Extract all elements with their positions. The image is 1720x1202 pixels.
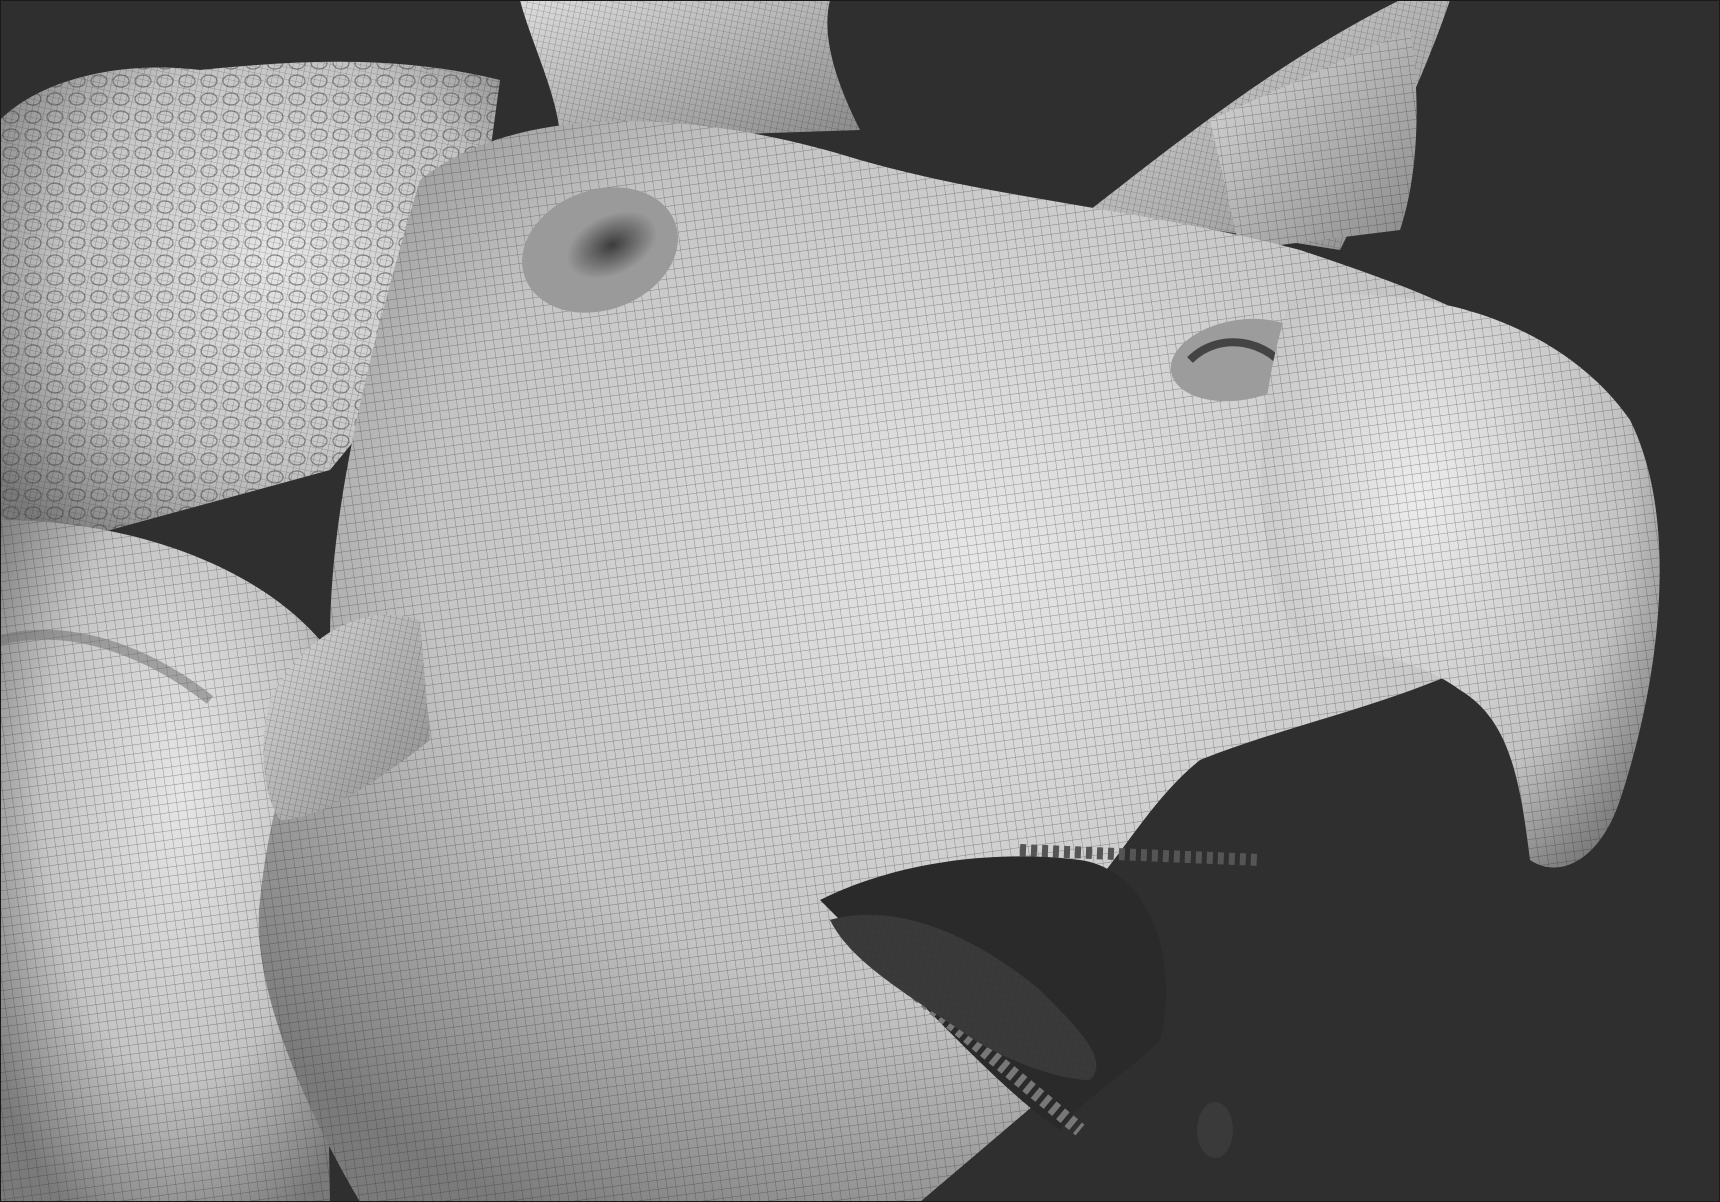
brow-horn bbox=[520, 0, 860, 140]
lower-jaw-tip bbox=[1197, 1102, 1233, 1158]
model-render bbox=[0, 0, 1720, 1202]
beak bbox=[1261, 295, 1660, 868]
head bbox=[258, 121, 1560, 1202]
nasal-horn bbox=[1090, 0, 1450, 250]
sculpt-viewport[interactable] bbox=[0, 0, 1720, 1202]
